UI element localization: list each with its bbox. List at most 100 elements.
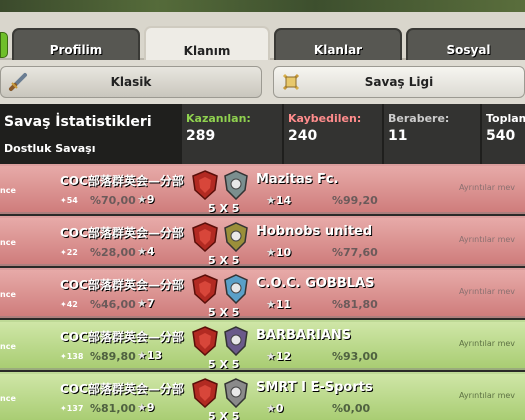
tab-bar: Profilim Klanım Klanlar Sosyal (0, 12, 525, 72)
clan-destruction: %89,80 (90, 350, 136, 363)
star-icon: ★ (266, 246, 276, 259)
opponent-name: BARBARIANS (256, 328, 352, 343)
stat-total-value: 540 (486, 128, 516, 144)
stat-draw-value: 11 (388, 128, 408, 144)
stats-title: Savaş İstatistikleri (4, 114, 152, 130)
stat-total: Toplam 540 (480, 104, 525, 164)
stat-won: Kazanılan: 289 (180, 104, 282, 164)
clan-badge-icon (192, 170, 218, 200)
clan-destruction: %28,00 (90, 246, 136, 259)
clan-badge-icon (192, 378, 218, 408)
clan-level: 137 (66, 404, 84, 413)
clan-level: 54 (66, 196, 78, 205)
war-log-row[interactable]: nce COC部落群英会—分部 ✦54 %70,00 ★9 5 X 5 Mazi… (0, 164, 525, 215)
sword-icon (9, 73, 27, 91)
clan-destruction: %46,00 (90, 298, 136, 311)
war-size: 5 X 5 (208, 358, 240, 371)
opponent-stars: ★11 (266, 298, 291, 311)
clan-stars-value: 9 (146, 401, 155, 414)
opponent-name: SMRT I E-Sports (256, 380, 373, 395)
opponent-badge-icon (224, 222, 248, 252)
clan-level: 42 (66, 300, 78, 309)
opponent-stars-value: 14 (275, 194, 292, 207)
opponent-stars: ★10 (266, 246, 291, 259)
row-edge-text: nce (0, 290, 16, 299)
clan-name: COC部落群英会—分部 (60, 382, 184, 396)
opponent-name: Mazitas Fc. (256, 172, 339, 187)
war-league-label: Savaş Ligi (364, 75, 434, 89)
star-icon: ★ (137, 349, 147, 362)
details-link[interactable]: Ayrıntılar mev (459, 287, 515, 296)
war-log-row[interactable]: nce COC部落群英会—分部 ✦22 %28,00 ★4 5 X 5 Hobn… (0, 216, 525, 267)
clan-level-badge: ✦137 (60, 404, 83, 413)
clan-destruction: %70,00 (90, 194, 136, 207)
star-icon: ★ (266, 298, 276, 311)
classic-mode-button[interactable]: Klasik (0, 66, 262, 98)
opponent-stars: ★14 (266, 194, 291, 207)
war-log-row[interactable]: nce COC部落群英会—分部 ✦42 %46,00 ★7 5 X 5 C.O.… (0, 268, 525, 319)
row-edge-text: nce (0, 238, 16, 247)
opponent-stars-value: 10 (275, 246, 292, 259)
opponent-destruction: %77,60 (332, 246, 378, 259)
stat-draw-label: Berabere: (388, 112, 450, 125)
stat-total-label: Toplam (486, 112, 525, 125)
stat-lost-label: Kaybedilen: (288, 112, 362, 125)
clan-level-badge: ✦138 (60, 352, 83, 361)
war-log-row[interactable]: nce COC部落群英会—分部 ✦138 %89,80 ★13 5 X 5 BA… (0, 320, 525, 371)
details-link[interactable]: Ayrıntılar mev (459, 183, 515, 192)
clan-name: COC部落群英会—分部 (60, 278, 184, 292)
star-small-icon: ✦ (60, 300, 67, 309)
clan-stars: ★13 (137, 349, 162, 362)
row-edge-text: nce (0, 342, 16, 351)
row-edge-text: nce (0, 186, 16, 195)
star-icon: ★ (266, 350, 276, 363)
clan-level-badge: ✦42 (60, 300, 78, 309)
war-log-row[interactable]: nce COC部落群英会—分部 ✦137 %81,00 ★9 5 X 5 SMR… (0, 372, 525, 420)
star-icon: ★ (137, 245, 147, 258)
star-icon: ★ (266, 402, 276, 415)
war-size: 5 X 5 (208, 306, 240, 319)
clan-stars-value: 4 (146, 245, 155, 258)
opponent-badge-icon (224, 274, 248, 304)
details-link[interactable]: Ayrıntılar mev (459, 235, 515, 244)
opponent-stars-value: 12 (275, 350, 292, 363)
stat-draw: Berabere: 11 (382, 104, 480, 164)
opponent-name: Hobnobs united (256, 224, 373, 239)
opponent-stars: ★12 (266, 350, 291, 363)
clan-badge-icon (192, 274, 218, 304)
back-button[interactable] (0, 32, 8, 58)
details-link[interactable]: Ayrıntılar mev (459, 391, 515, 400)
star-icon: ★ (137, 401, 147, 414)
clan-stars-value: 7 (146, 297, 155, 310)
clan-name: COC部落群英会—分部 (60, 174, 184, 188)
clan-stars: ★9 (137, 193, 155, 206)
star-small-icon: ✦ (60, 248, 67, 257)
clan-level-badge: ✦22 (60, 248, 78, 257)
clan-badge-icon (192, 326, 218, 356)
war-size: 5 X 5 (208, 202, 240, 215)
opponent-stars-value: 11 (275, 298, 292, 311)
opponent-destruction: %81,80 (332, 298, 378, 311)
star-icon: ★ (266, 194, 276, 207)
star-small-icon: ✦ (60, 404, 67, 413)
opponent-badge-icon (224, 170, 248, 200)
war-log-list[interactable]: nce COC部落群英会—分部 ✦54 %70,00 ★9 5 X 5 Mazi… (0, 164, 525, 420)
details-link[interactable]: Ayrıntılar mev (459, 339, 515, 348)
war-size: 5 X 5 (208, 410, 240, 420)
opponent-destruction: %99,20 (332, 194, 378, 207)
clan-stars: ★9 (137, 401, 155, 414)
stats-subtitle: Dostluk Savaşı (4, 142, 96, 155)
war-league-button[interactable]: Savaş Ligi (273, 66, 525, 98)
stat-won-value: 289 (186, 128, 216, 144)
clan-badge-icon (192, 222, 218, 252)
star-small-icon: ✦ (60, 196, 67, 205)
war-size: 5 X 5 (208, 254, 240, 267)
war-statistics-panel: Savaş İstatistikleri Dostluk Savaşı Kaza… (0, 104, 525, 164)
clan-destruction: %81,00 (90, 402, 136, 415)
clan-stars-value: 13 (146, 349, 163, 362)
opponent-destruction: %93,00 (332, 350, 378, 363)
clan-stars: ★4 (137, 245, 155, 258)
star-icon: ★ (137, 193, 147, 206)
classic-mode-label: Klasik (110, 75, 152, 89)
clan-stars: ★7 (137, 297, 155, 310)
